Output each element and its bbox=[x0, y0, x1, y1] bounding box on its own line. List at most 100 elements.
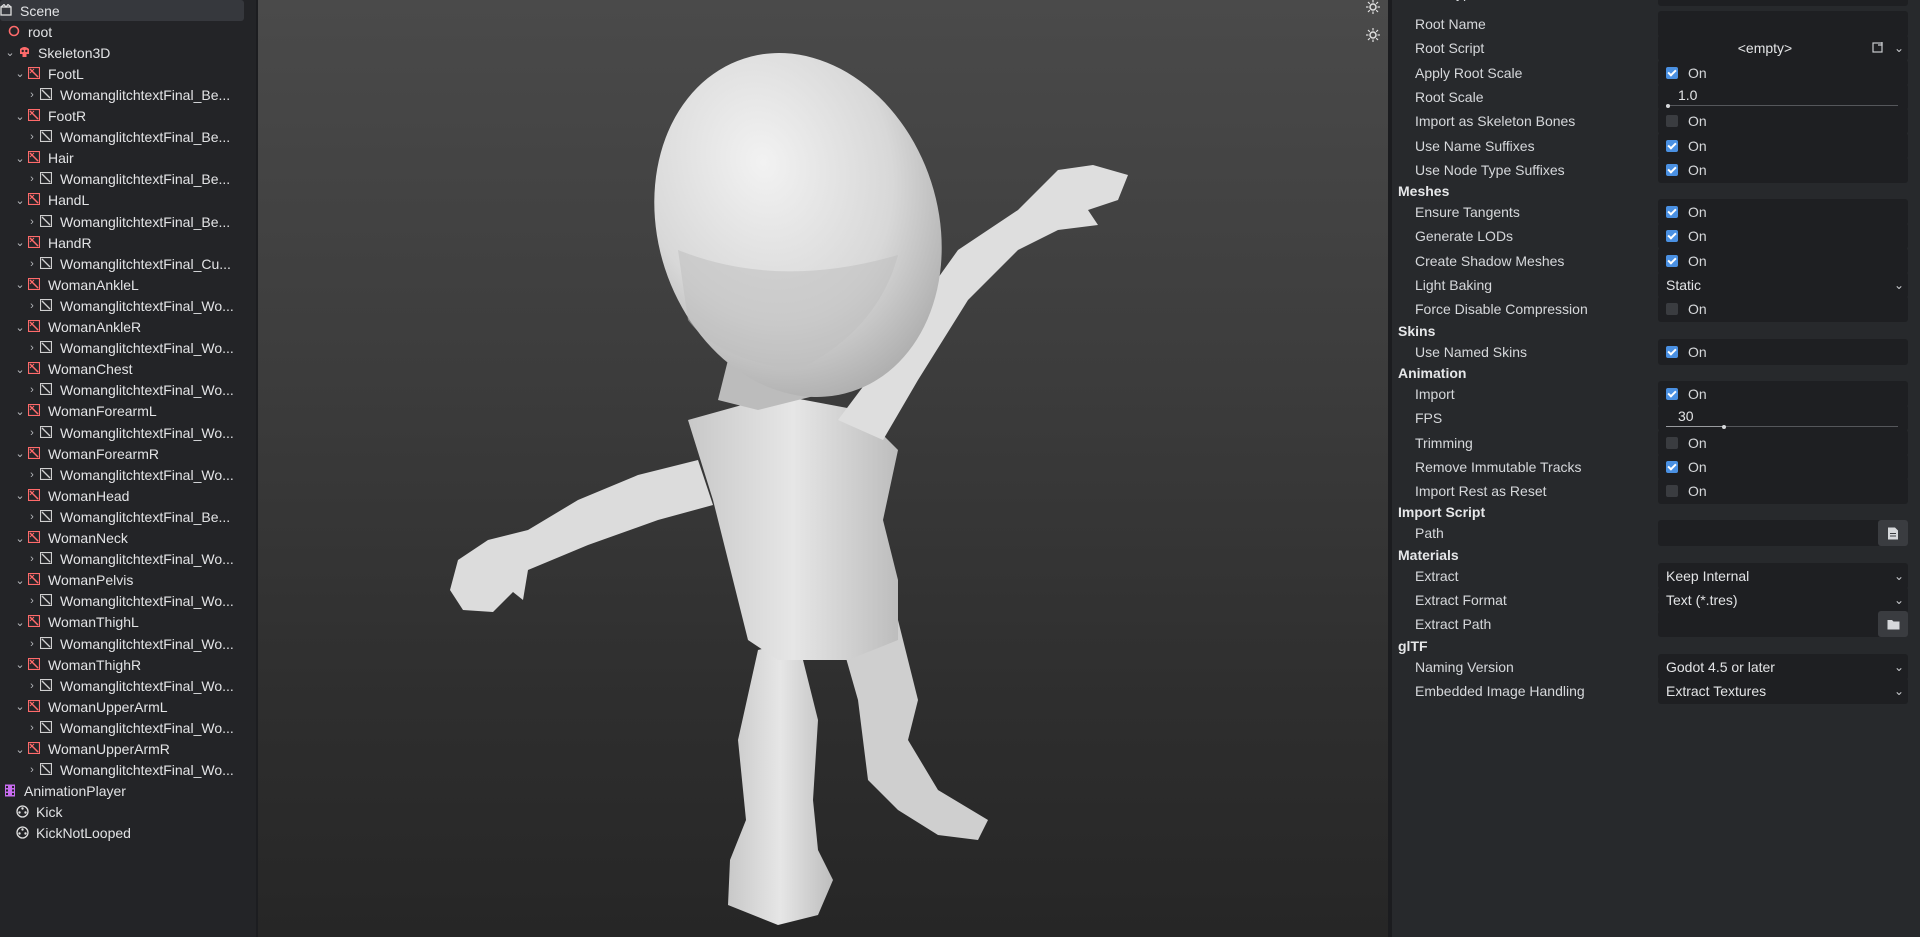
collapse-arrow-icon[interactable]: ⌄ bbox=[14, 532, 26, 545]
collapse-arrow-icon[interactable]: ⌄ bbox=[4, 46, 16, 59]
checkbox-field[interactable]: On bbox=[1658, 296, 1908, 322]
checkbox-checked-icon[interactable] bbox=[1666, 461, 1678, 473]
chevron-down-icon[interactable]: ⌄ bbox=[1890, 41, 1908, 55]
collapse-arrow-icon[interactable]: ⌄ bbox=[14, 405, 26, 418]
checkbox-unchecked-icon[interactable] bbox=[1666, 485, 1678, 497]
expand-arrow-icon[interactable]: › bbox=[26, 595, 38, 607]
tree-item[interactable]: Kick bbox=[0, 802, 256, 823]
tree-item[interactable]: ⌄ FootL bbox=[0, 63, 256, 84]
collapse-arrow-icon[interactable]: ⌄ bbox=[14, 489, 26, 502]
tree-item[interactable]: › WomanglitchtextFinal_Cu... bbox=[0, 253, 256, 274]
tree-item[interactable]: › WomanglitchtextFinal_Wo... bbox=[0, 717, 256, 738]
tree-item[interactable]: › WomanglitchtextFinal_Wo... bbox=[0, 675, 256, 696]
collapse-arrow-icon[interactable]: ⌄ bbox=[14, 363, 26, 376]
tree-item[interactable]: › WomanglitchtextFinal_Wo... bbox=[0, 464, 256, 485]
checkbox-checked-icon[interactable] bbox=[1666, 346, 1678, 358]
tree-item[interactable]: › WomanglitchtextFinal_Wo... bbox=[0, 380, 256, 401]
expand-arrow-icon[interactable]: › bbox=[26, 216, 38, 228]
collapse-arrow-icon[interactable]: ⌄ bbox=[14, 194, 26, 207]
text-input[interactable] bbox=[1658, 0, 1908, 6]
tree-item[interactable]: ⌄ WomanAnkleL bbox=[0, 274, 256, 295]
tree-item[interactable]: ⌄ HandL bbox=[0, 190, 256, 211]
expand-arrow-icon[interactable]: › bbox=[26, 680, 38, 692]
expand-arrow-icon[interactable]: › bbox=[26, 258, 38, 270]
checkbox-unchecked-icon[interactable] bbox=[1666, 115, 1678, 127]
expand-arrow-icon[interactable]: › bbox=[26, 764, 38, 776]
collapse-arrow-icon[interactable]: ⌄ bbox=[14, 700, 26, 713]
tree-item[interactable]: KickNotLooped bbox=[0, 823, 256, 844]
tree-item[interactable]: › WomanglitchtextFinal_Be... bbox=[0, 211, 256, 232]
checkbox-checked-icon[interactable] bbox=[1666, 230, 1678, 242]
collapse-arrow-icon[interactable]: ⌄ bbox=[14, 616, 26, 629]
tree-item[interactable]: ⌄ WomanAnkleR bbox=[0, 317, 256, 338]
collapse-arrow-icon[interactable]: ⌄ bbox=[14, 236, 26, 249]
option-dropdown[interactable]: Extract Textures ⌄ bbox=[1658, 678, 1908, 704]
tree-item[interactable]: ⌄ WomanUpperArmR bbox=[0, 739, 256, 760]
tree-item[interactable]: root bbox=[0, 21, 256, 42]
checkbox-unchecked-icon[interactable] bbox=[1666, 437, 1678, 449]
expand-arrow-icon[interactable]: › bbox=[26, 553, 38, 565]
tree-item[interactable]: ⌄ WomanUpperArmL bbox=[0, 696, 256, 717]
tree-item[interactable]: ⌄ WomanNeck bbox=[0, 528, 256, 549]
checkbox-checked-icon[interactable] bbox=[1666, 140, 1678, 152]
tree-item[interactable]: ⌄ WomanPelvis bbox=[0, 570, 256, 591]
collapse-arrow-icon[interactable]: ⌄ bbox=[14, 152, 26, 165]
tree-item[interactable]: ⌄ WomanHead bbox=[0, 485, 256, 506]
tree-item[interactable]: ⌄ WomanThighL bbox=[0, 612, 256, 633]
expand-arrow-icon[interactable]: › bbox=[26, 384, 38, 396]
checkbox-field[interactable]: On bbox=[1658, 478, 1908, 504]
tree-item[interactable]: ⌄ WomanChest bbox=[0, 359, 256, 380]
tree-item[interactable]: › WomanglitchtextFinal_Wo... bbox=[0, 295, 256, 316]
tree-item[interactable]: › WomanglitchtextFinal_Wo... bbox=[0, 633, 256, 654]
expand-arrow-icon[interactable]: › bbox=[26, 469, 38, 481]
tree-item[interactable]: Scene bbox=[0, 0, 244, 21]
checkbox-checked-icon[interactable] bbox=[1666, 67, 1678, 79]
checkbox-checked-icon[interactable] bbox=[1666, 206, 1678, 218]
tree-item[interactable]: ⌄ HandR bbox=[0, 232, 256, 253]
tree-item[interactable]: › WomanglitchtextFinal_Wo... bbox=[0, 591, 256, 612]
collapse-arrow-icon[interactable]: ⌄ bbox=[14, 658, 26, 671]
file-browse-icon[interactable] bbox=[1878, 520, 1908, 546]
folder-path-field[interactable] bbox=[1658, 611, 1908, 637]
collapse-arrow-icon[interactable]: ⌄ bbox=[14, 67, 26, 80]
checkbox-checked-icon[interactable] bbox=[1666, 255, 1678, 267]
tree-item[interactable]: ⌄ WomanForearmL bbox=[0, 401, 256, 422]
tree-item[interactable]: › WomanglitchtextFinal_Be... bbox=[0, 506, 256, 527]
checkbox-unchecked-icon[interactable] bbox=[1666, 303, 1678, 315]
tree-item[interactable]: › WomanglitchtextFinal_Be... bbox=[0, 127, 256, 148]
tree-item[interactable]: › WomanglitchtextFinal_Wo... bbox=[0, 549, 256, 570]
tree-item[interactable]: › WomanglitchtextFinal_Wo... bbox=[0, 422, 256, 443]
tree-item[interactable]: › WomanglitchtextFinal_Wo... bbox=[0, 760, 256, 781]
tree-item[interactable]: › WomanglitchtextFinal_Be... bbox=[0, 169, 256, 190]
script-icon[interactable] bbox=[1872, 40, 1890, 56]
tree-item[interactable]: › WomanglitchtextFinal_Wo... bbox=[0, 338, 256, 359]
checkbox-field[interactable]: On bbox=[1658, 157, 1908, 183]
expand-arrow-icon[interactable]: › bbox=[26, 511, 38, 523]
tree-item[interactable]: ⌄ Skeleton3D bbox=[0, 42, 256, 63]
collapse-arrow-icon[interactable]: ⌄ bbox=[14, 574, 26, 587]
expand-arrow-icon[interactable]: › bbox=[26, 722, 38, 734]
collapse-arrow-icon[interactable]: ⌄ bbox=[14, 110, 26, 123]
collapse-arrow-icon[interactable]: ⌄ bbox=[14, 447, 26, 460]
expand-arrow-icon[interactable]: › bbox=[26, 173, 38, 185]
collapse-arrow-icon[interactable]: ⌄ bbox=[14, 743, 26, 756]
expand-arrow-icon[interactable]: › bbox=[26, 300, 38, 312]
collapse-arrow-icon[interactable]: ⌄ bbox=[14, 278, 26, 291]
tree-item[interactable]: ⌄ FootR bbox=[0, 106, 256, 127]
expand-arrow-icon[interactable]: › bbox=[26, 638, 38, 650]
tree-item[interactable]: ⌄ WomanForearmR bbox=[0, 443, 256, 464]
tree-item[interactable]: AnimationPlayer bbox=[0, 781, 256, 802]
checkbox-checked-icon[interactable] bbox=[1666, 164, 1678, 176]
checkbox-checked-icon[interactable] bbox=[1666, 388, 1678, 400]
collapse-arrow-icon[interactable]: ⌄ bbox=[14, 321, 26, 334]
tree-item[interactable]: › WomanglitchtextFinal_Be... bbox=[0, 84, 256, 105]
expand-arrow-icon[interactable]: › bbox=[26, 342, 38, 354]
expand-arrow-icon[interactable]: › bbox=[26, 427, 38, 439]
tree-item[interactable]: ⌄ WomanThighR bbox=[0, 654, 256, 675]
folder-browse-icon[interactable] bbox=[1878, 611, 1908, 637]
checkbox-field[interactable]: On bbox=[1658, 339, 1908, 365]
tree-item[interactable]: ⌄ Hair bbox=[0, 148, 256, 169]
slider-track[interactable] bbox=[1666, 425, 1898, 429]
expand-arrow-icon[interactable]: › bbox=[26, 131, 38, 143]
3d-preview-viewport[interactable] bbox=[258, 0, 1388, 937]
